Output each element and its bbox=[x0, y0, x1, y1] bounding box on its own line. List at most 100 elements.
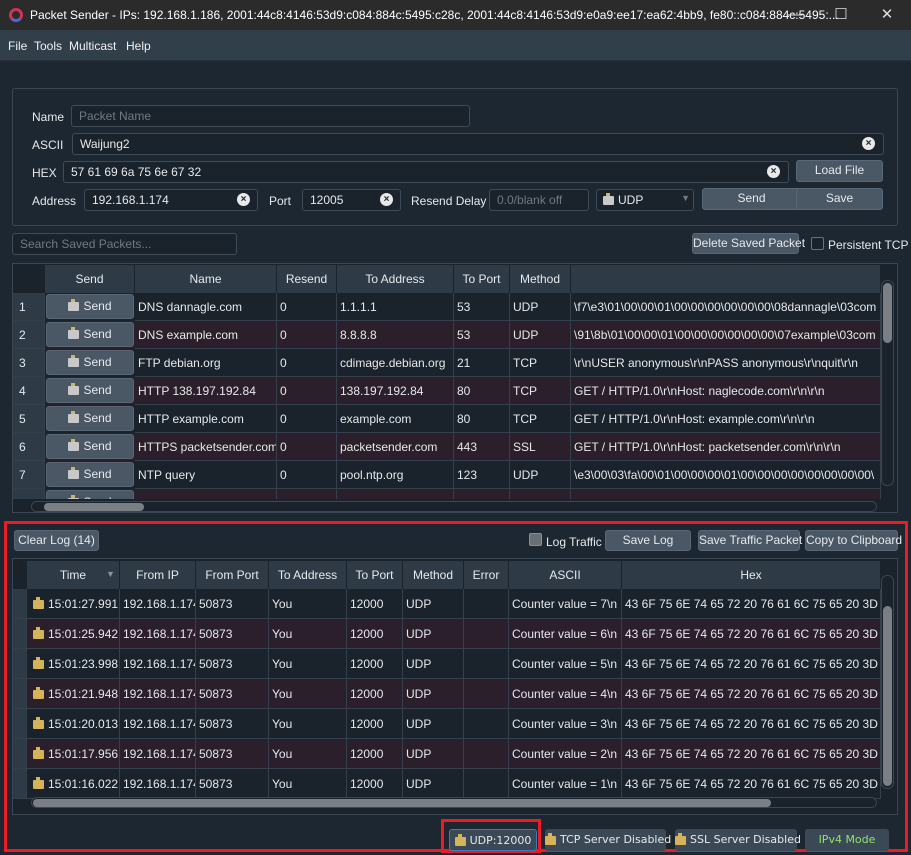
clear-ascii-icon[interactable]: × bbox=[862, 137, 875, 150]
resend-delay-input[interactable]: 0.0/blank off bbox=[489, 189, 589, 211]
delete-saved-packet-button[interactable]: Delete Saved Packet bbox=[692, 233, 805, 254]
table-row[interactable]: 1 Send DNS dannagle.com 0 1.1.1.1 53 UDP \f7\e3… bbox=[13, 293, 881, 321]
column-header[interactable]: ASCII bbox=[509, 561, 622, 589]
name-input[interactable]: Packet Name bbox=[71, 105, 470, 127]
column-header[interactable] bbox=[571, 265, 881, 293]
save-log-button[interactable]: Save Log bbox=[605, 530, 691, 551]
udp-server-status-button[interactable]: UDP:12000 bbox=[449, 829, 537, 851]
row-number: 1 bbox=[13, 293, 45, 321]
send-row-button[interactable]: Send bbox=[46, 434, 134, 459]
cell-hex: 43 6F 75 6E 74 65 72 20 76 61 6C 75 65 2… bbox=[622, 709, 881, 739]
table-row[interactable]: 3 Send FTP debian.org 0 cdimage.debian.org 21… bbox=[13, 349, 881, 377]
hex-input[interactable]: 57 61 69 6a 75 6e 67 32 bbox=[63, 161, 789, 183]
table-row[interactable]: 6 Send HTTPS packetsender.com 0 packetsender… bbox=[13, 433, 881, 461]
maximize-button[interactable]: ☐ bbox=[818, 0, 864, 30]
send-row-button[interactable]: Send bbox=[46, 406, 134, 431]
log-row[interactable]: 15:01:21.948 192.168.1.174 50873 You 12000 UD… bbox=[13, 679, 881, 709]
table-row[interactable]: 4 Send HTTP 138.197.192.84 0 138.197.192.84 8… bbox=[13, 377, 881, 405]
send-button[interactable]: Send bbox=[702, 188, 801, 210]
cell-text: 15:01:23.998 bbox=[48, 657, 119, 671]
save-traffic-packet-button[interactable]: Save Traffic Packet bbox=[698, 530, 802, 551]
scrollbar-thumb[interactable] bbox=[44, 503, 144, 511]
column-header[interactable]: To Port bbox=[454, 265, 510, 293]
column-header[interactable]: To Address bbox=[269, 561, 347, 589]
cell-resend: 0 bbox=[277, 377, 337, 405]
cell-to: example.com bbox=[337, 405, 454, 433]
scrollbar-thumb[interactable] bbox=[883, 283, 892, 343]
udp-packet-icon bbox=[33, 777, 44, 790]
close-button[interactable]: ✕ bbox=[864, 0, 910, 30]
persistent-tcp-checkbox[interactable] bbox=[811, 237, 824, 250]
cell-error bbox=[464, 769, 509, 799]
clear-address-icon[interactable]: × bbox=[237, 193, 250, 206]
table-row[interactable]: 5 Send HTTP example.com 0 example.com 80 TCP GE… bbox=[13, 405, 881, 433]
table-row[interactable]: 7 Send NTP query 0 pool.ntp.org 123 UDP \e3\00\… bbox=[13, 461, 881, 489]
column-header[interactable]: To Address bbox=[337, 265, 454, 293]
clear-port-icon[interactable]: × bbox=[380, 193, 393, 206]
scrollbar-thumb[interactable] bbox=[883, 606, 892, 786]
log-row[interactable]: 15:01:16.022 192.168.1.174 50873 You 12000 UD… bbox=[13, 769, 881, 799]
send-row-button[interactable]: Send bbox=[46, 378, 134, 403]
column-header[interactable]: Hex bbox=[622, 561, 881, 589]
cell-error bbox=[464, 709, 509, 739]
send-row-button[interactable]: Send bbox=[46, 294, 134, 319]
clear-log-button[interactable]: Clear Log (14) bbox=[14, 530, 99, 551]
app-icon bbox=[9, 8, 23, 22]
persistent-tcp-label: Persistent TCP bbox=[828, 238, 909, 252]
udp-packet-icon bbox=[33, 597, 44, 610]
column-header[interactable]: Name bbox=[135, 265, 277, 293]
column-header[interactable]: From Port bbox=[196, 561, 269, 589]
row-number: 2 bbox=[13, 321, 45, 349]
column-header[interactable]: Method bbox=[510, 265, 571, 293]
table-row[interactable]: Send bbox=[13, 489, 881, 499]
ipv4-mode-button[interactable]: IPv4 Mode bbox=[805, 829, 889, 851]
vertical-scrollbar[interactable] bbox=[881, 280, 894, 486]
send-label: Send bbox=[83, 467, 112, 481]
copy-to-clipboard-button[interactable]: Copy to Clipboard bbox=[805, 530, 902, 551]
column-header[interactable]: To Port bbox=[347, 561, 403, 589]
menu-help[interactable]: Help bbox=[126, 39, 151, 53]
column-header[interactable]: From IP bbox=[120, 561, 196, 589]
menu-tools[interactable]: Tools bbox=[34, 39, 62, 53]
horizontal-scrollbar[interactable] bbox=[31, 501, 877, 512]
cell-text: Counter value = 7\n bbox=[512, 597, 618, 611]
column-header[interactable]: Method bbox=[403, 561, 464, 589]
cell-name: NTP query bbox=[135, 461, 277, 489]
table-row[interactable]: 2 Send DNS example.com 0 8.8.8.8 53 UDP \91\8b\… bbox=[13, 321, 881, 349]
tcp-server-status-button[interactable]: TCP Server Disabled bbox=[545, 829, 671, 851]
log-row[interactable]: 15:01:23.998 192.168.1.174 50873 You 12000 UD… bbox=[13, 649, 881, 679]
row-number: 6 bbox=[13, 433, 45, 461]
log-row[interactable]: 15:01:25.942 192.168.1.174 50873 You 12000 UD… bbox=[13, 619, 881, 649]
send-row-button[interactable]: Send bbox=[46, 350, 134, 375]
ssl-server-status-button[interactable]: SSL Server Disabled bbox=[675, 829, 801, 851]
column-header[interactable]: Resend bbox=[277, 265, 337, 293]
clear-hex-icon[interactable]: × bbox=[767, 165, 780, 178]
load-file-button[interactable]: Load File bbox=[796, 160, 883, 182]
vertical-scrollbar[interactable] bbox=[881, 575, 894, 789]
cell-ascii: Counter value = 2\n bbox=[509, 739, 622, 769]
log-row[interactable]: 15:01:27.991 192.168.1.174 50873 You 12000 UD… bbox=[13, 589, 881, 619]
cell-name: HTTP example.com bbox=[135, 405, 277, 433]
send-row-button[interactable]: Send bbox=[46, 490, 134, 499]
cell-resend: 0 bbox=[277, 321, 337, 349]
minimize-button[interactable]: — bbox=[772, 0, 818, 30]
log-traffic-checkbox[interactable] bbox=[529, 533, 542, 546]
address-input[interactable]: 192.168.1.174 bbox=[84, 189, 258, 211]
column-header[interactable]: Send bbox=[45, 265, 135, 293]
method-select[interactable]: UDP ▼ bbox=[596, 189, 694, 211]
scrollbar-thumb[interactable] bbox=[33, 799, 771, 807]
send-row-button[interactable]: Send bbox=[46, 462, 134, 487]
menu-multicast[interactable]: Multicast bbox=[69, 39, 116, 53]
save-button[interactable]: Save bbox=[796, 188, 883, 210]
log-row[interactable]: 15:01:20.013 192.168.1.174 50873 You 12000 UD… bbox=[13, 709, 881, 739]
column-header[interactable]: Error bbox=[464, 561, 509, 589]
cell-text: UDP bbox=[406, 627, 432, 641]
menu-file[interactable]: File bbox=[8, 39, 27, 53]
horizontal-scrollbar[interactable] bbox=[31, 797, 877, 808]
send-row-button[interactable]: Send bbox=[46, 322, 134, 347]
log-row[interactable]: 15:01:17.956 192.168.1.174 50873 You 12000 UD… bbox=[13, 739, 881, 769]
ascii-input[interactable]: Waijung2 bbox=[72, 133, 884, 155]
search-saved-packets-input[interactable]: Search Saved Packets... bbox=[12, 233, 237, 255]
cell-data: \f7\e3\01\00\00\01\00\00\00\00\00\00\08d… bbox=[571, 293, 881, 321]
cell-to: 1.1.1.1 bbox=[337, 293, 454, 321]
